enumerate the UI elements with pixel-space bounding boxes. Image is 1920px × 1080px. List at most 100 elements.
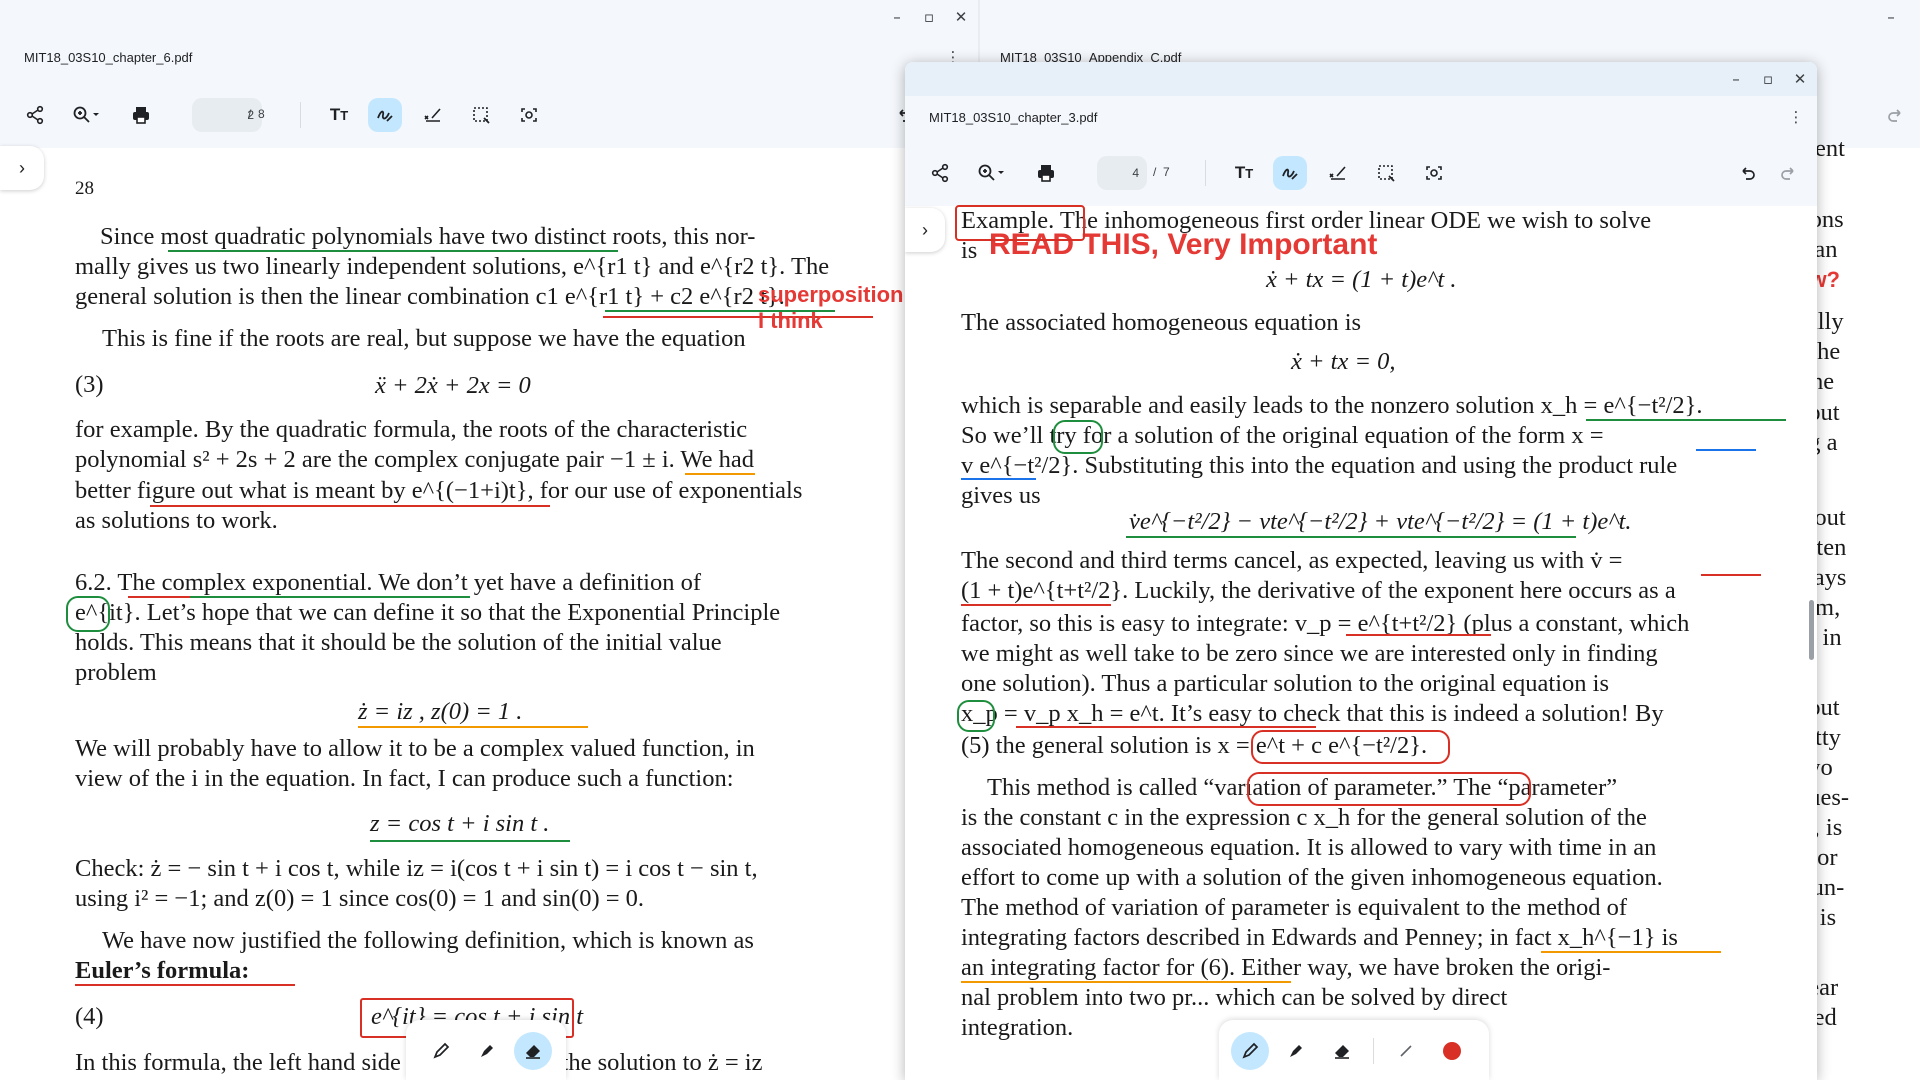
ink-underline	[370, 840, 570, 842]
left-titlebar: – ▫ ✕	[0, 0, 978, 34]
highlighter-icon[interactable]	[1277, 1032, 1315, 1070]
file-name: MIT18_03S10_chapter_6.pdf	[24, 50, 193, 65]
color-picker-icon[interactable]	[1433, 1032, 1471, 1070]
divider	[1373, 1038, 1374, 1064]
screenshot-icon[interactable]	[1417, 156, 1451, 190]
ink-underline	[1016, 726, 1316, 728]
text-line: using i² = −1; and z(0) = 1 since cos(0)…	[75, 885, 645, 912]
text-line: mally gives us two linearly independent …	[75, 253, 830, 280]
text-icon[interactable]: TT	[1227, 156, 1261, 190]
page-total: / 7	[1153, 165, 1170, 179]
minimize-icon[interactable]: –	[1880, 6, 1902, 28]
ink-underline	[1126, 536, 1576, 538]
page-number-input[interactable]: 4	[1097, 156, 1147, 190]
left-document-page: 28 Since most quadratic polynomials have…	[66, 160, 903, 1080]
text-line: integration.	[961, 1014, 1074, 1041]
section-heading-line: 6.2. The complex exponential. We don’t y…	[75, 569, 702, 596]
maximize-icon[interactable]: ▫	[1757, 68, 1779, 90]
page-total: / 8	[248, 107, 265, 121]
signature-icon[interactable]	[416, 98, 450, 132]
close-icon[interactable]: ✕	[1789, 68, 1811, 90]
handwritten-annotation: I think	[758, 308, 823, 333]
text-line: (1 + t)e^{t+t²/2}. Luckily, the derivati…	[961, 577, 1676, 604]
ink-underline	[685, 473, 755, 475]
ink-underline	[190, 596, 470, 598]
expand-sidebar-button[interactable]: ›	[0, 146, 44, 190]
expand-sidebar-button[interactable]: ›	[905, 208, 945, 252]
ink-box	[1247, 772, 1531, 806]
print-icon[interactable]	[1029, 156, 1063, 190]
pen-tool-icon[interactable]	[422, 1032, 460, 1070]
ink-underline	[1586, 419, 1786, 421]
text-line: polynomial s² + 2s + 2 are the complex c…	[75, 446, 754, 473]
equation: z = cos t + i sin t .	[370, 810, 550, 837]
ink-circle	[66, 596, 110, 632]
file-name: MIT18_03S10_chapter_3.pdf	[929, 110, 1098, 125]
eraser-icon[interactable]	[514, 1032, 552, 1070]
pen-toolbar	[1219, 1020, 1489, 1080]
text-line: v e^{−t²/2}. Substituting this into the …	[961, 452, 1678, 479]
signature-icon[interactable]	[1321, 156, 1355, 190]
text-line: as solutions to work.	[75, 507, 278, 534]
share-icon[interactable]	[923, 156, 957, 190]
text-line: one solution). Thus a particular solutio…	[961, 670, 1610, 697]
print-icon[interactable]	[124, 98, 158, 132]
divider	[1205, 160, 1206, 186]
text-line: e^{it}. Let’s hope that we can define it…	[75, 599, 781, 626]
text-line: We have now justified the following defi…	[102, 927, 754, 954]
ink-underline	[1701, 574, 1761, 576]
text-line: for example. By the quadratic formula, t…	[75, 416, 748, 443]
screenshot-icon[interactable]	[512, 98, 546, 132]
text-line: associated homogeneous equation. It is a…	[961, 834, 1657, 861]
text-line: We will probably have to allow it to be …	[75, 735, 755, 762]
redo-icon[interactable]	[1878, 98, 1912, 132]
zoom-icon[interactable]	[62, 98, 112, 132]
text-line: is the constant c in the expression c x_…	[961, 804, 1647, 831]
text-line: gives us	[961, 482, 1041, 509]
pen-toolbar	[406, 1020, 566, 1080]
ink-underline	[961, 478, 1036, 480]
highlighter-icon[interactable]	[468, 1032, 506, 1070]
ink-box	[955, 205, 1085, 241]
share-icon[interactable]	[18, 98, 52, 132]
undo-icon[interactable]	[1731, 156, 1765, 190]
text-icon[interactable]: TT	[322, 98, 356, 132]
text-line: Euler’s formula:	[75, 957, 250, 984]
text-line: problem	[75, 659, 157, 686]
select-icon[interactable]	[464, 98, 498, 132]
ink-box	[1251, 730, 1450, 764]
text-line: Since most quadratic polynomials have tw…	[100, 223, 756, 250]
maximize-icon[interactable]: ▫	[918, 6, 940, 28]
left-toolbar: 2 / 8 TT	[0, 80, 978, 148]
text-line: This is fine if the roots are real, but …	[102, 325, 746, 352]
select-icon[interactable]	[1369, 156, 1403, 190]
scrollbar-thumb[interactable]	[1809, 600, 1814, 660]
zoom-icon[interactable]	[967, 156, 1017, 190]
ink-underline	[1696, 449, 1756, 451]
text-line: factor, so this is easy to integrate: v_…	[961, 610, 1690, 637]
eraser-icon[interactable]	[1323, 1032, 1361, 1070]
line-width-icon[interactable]	[1387, 1032, 1425, 1070]
text-line: The associated homogeneous equation is	[961, 309, 1362, 336]
page-number: 28	[75, 178, 94, 199]
redo-icon[interactable]	[1771, 156, 1805, 190]
ink-underline	[961, 604, 1111, 606]
pen-tool-icon[interactable]	[1231, 1032, 1269, 1070]
pen-icon[interactable]	[1273, 156, 1307, 190]
minimize-icon[interactable]: –	[886, 6, 908, 28]
text-line: view of the i in the equation. In fact, …	[75, 765, 734, 792]
minimize-icon[interactable]: –	[1725, 68, 1747, 90]
text-line: holds. This means that it should be the …	[75, 629, 722, 656]
equation-label: (3)	[75, 371, 104, 398]
equation: ż = iz , z(0) = 1 .	[358, 698, 523, 725]
equation: ẍ + 2ẋ + 2x = 0	[375, 372, 531, 399]
text-line: The method of variation of parameter is …	[961, 894, 1628, 921]
front-document-page: Example. The inhomogeneous first order l…	[955, 205, 1791, 1080]
left-pdf-window: – ▫ ✕ MIT18_03S10_chapter_6.pdf ⋮ 2 / 8 …	[0, 0, 978, 1080]
more-icon[interactable]: ⋮	[1785, 106, 1807, 128]
pen-icon[interactable]	[368, 98, 402, 132]
close-icon[interactable]: ✕	[950, 6, 972, 28]
front-pdf-window: – ▫ ✕ MIT18_03S10_chapter_3.pdf ⋮ 4 / 7 …	[905, 62, 1817, 1080]
equation: ẋ + tx = 0,	[1291, 348, 1396, 375]
text-line: The second and third terms cancel, as ex…	[961, 547, 1623, 574]
